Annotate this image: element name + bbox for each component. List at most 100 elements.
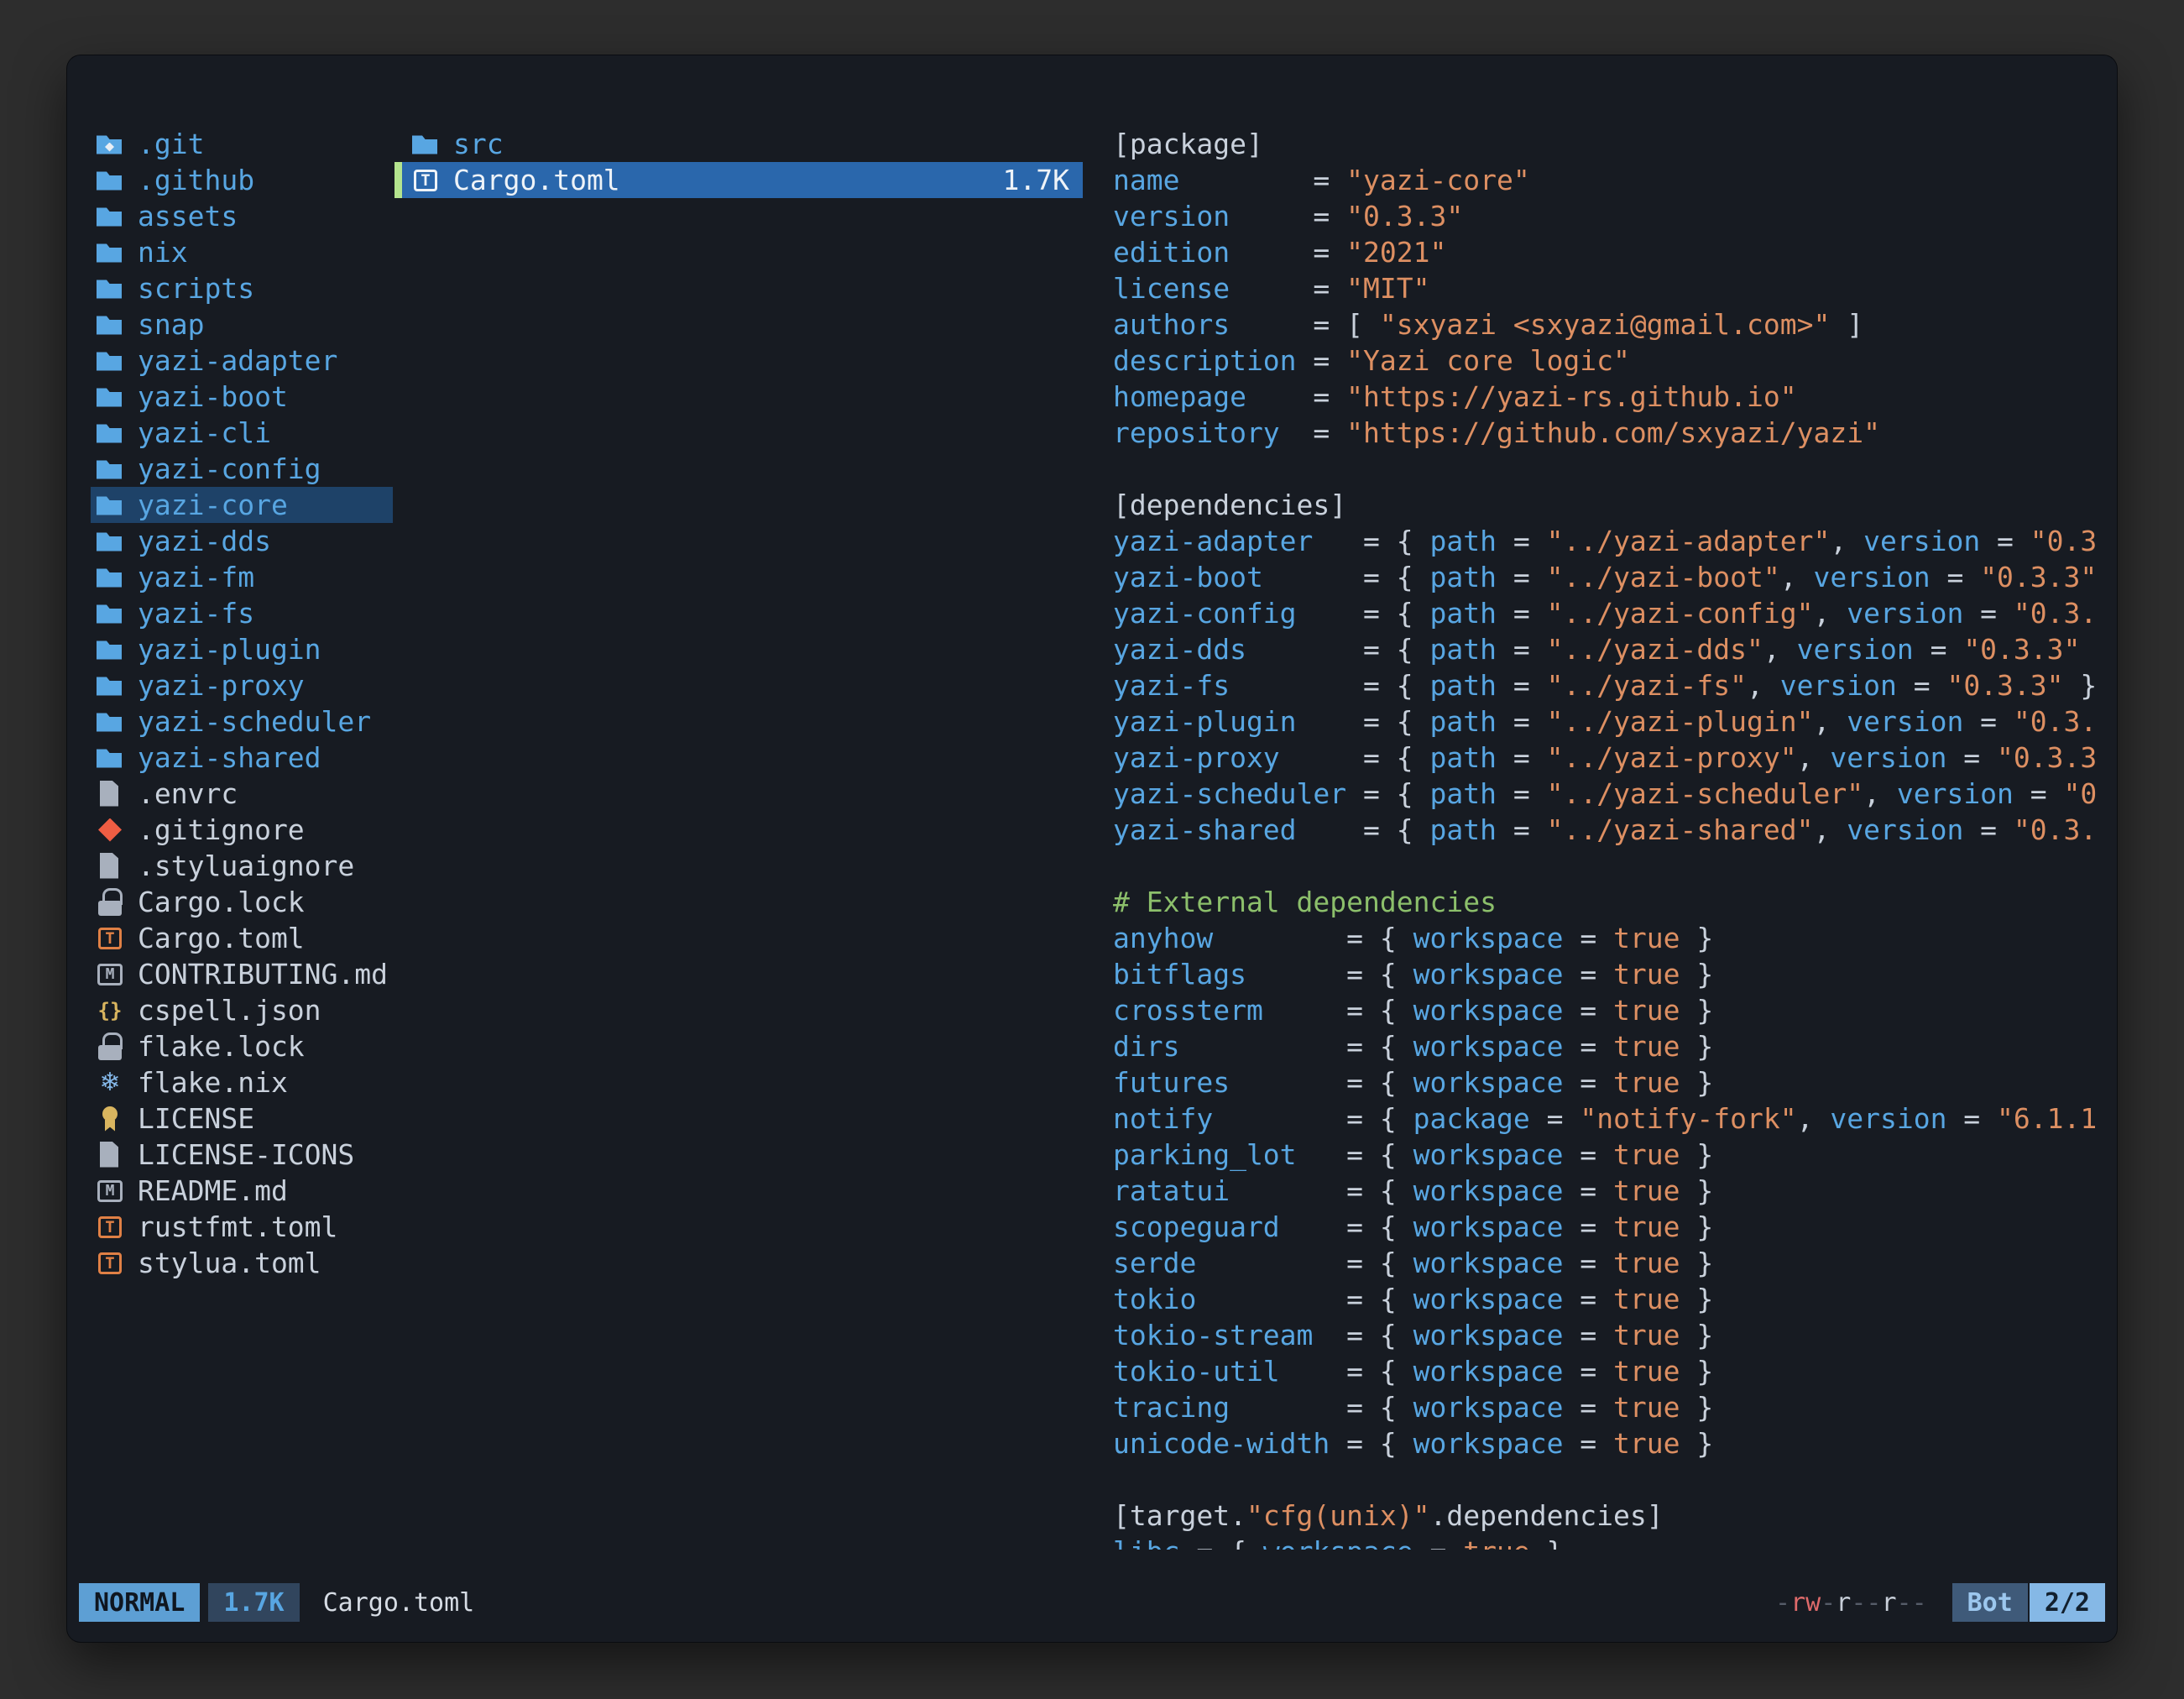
md-icon: M [96, 1174, 124, 1209]
file-name: yazi-cli [138, 416, 271, 449]
preview-line: [target."cfg(unix)".dependencies] [1113, 1498, 2097, 1534]
toml-icon: T [411, 163, 440, 198]
parent-item-assets[interactable]: assets [91, 198, 393, 234]
file-preview-pane: [package]name = "yazi-core"version = "0.… [1113, 126, 2097, 1550]
parent-item-yazi-fs[interactable]: yazi-fs [91, 595, 393, 631]
parent-item-yazi-dds[interactable]: yazi-dds [91, 523, 393, 559]
parent-item-.git[interactable]: .git [91, 126, 393, 162]
preview-line: yazi-plugin = { path = "../yazi-plugin",… [1113, 703, 2097, 740]
parent-item-yazi-adapter[interactable]: yazi-adapter [91, 342, 393, 379]
file-name: rustfmt.toml [138, 1210, 337, 1243]
preview-line [1113, 848, 2097, 884]
parent-item-yazi-config[interactable]: yazi-config [91, 451, 393, 487]
folder-icon [96, 596, 124, 631]
folder-icon [96, 740, 124, 776]
parent-item-.envrc[interactable]: .envrc [91, 776, 393, 812]
toml-icon: T [96, 1210, 124, 1245]
parent-item-.github[interactable]: .github [91, 162, 393, 198]
current-item-Cargo.toml[interactable]: T Cargo.toml 1.7K [394, 162, 1083, 198]
parent-item-LICENSE-ICONS[interactable]: LICENSE-ICONS [91, 1137, 393, 1173]
file-name: Cargo.toml [453, 164, 620, 196]
folder-icon [96, 416, 124, 451]
parent-item-Cargo.lock[interactable]: Cargo.lock [91, 884, 393, 920]
md-icon: M [96, 957, 124, 992]
parent-item-flake.lock[interactable]: flake.lock [91, 1028, 393, 1064]
mode-indicator: NORMAL [79, 1583, 200, 1622]
parent-item-README.md[interactable]: MREADME.md [91, 1173, 393, 1209]
preview-line: futures = { workspace = true } [1113, 1064, 2097, 1100]
parent-item-cspell.json[interactable]: {}cspell.json [91, 992, 393, 1028]
file-name: yazi-fs [138, 597, 254, 630]
parent-item-yazi-shared[interactable]: yazi-shared [91, 740, 393, 776]
preview-line: libc = { workspace = true } [1113, 1534, 2097, 1550]
parent-item-yazi-proxy[interactable]: yazi-proxy [91, 667, 393, 703]
file-size: 1.7K [1003, 164, 1083, 196]
preview-line: yazi-scheduler = { path = "../yazi-sched… [1113, 776, 2097, 812]
toml-icon: T [96, 1246, 124, 1281]
file-name: flake.nix [138, 1066, 288, 1099]
folder-icon [96, 560, 124, 595]
parent-item-yazi-scheduler[interactable]: yazi-scheduler [91, 703, 393, 740]
preview-line: dirs = { workspace = true } [1113, 1028, 2097, 1064]
parent-item-Cargo.toml[interactable]: T Cargo.toml [91, 920, 393, 956]
json-icon: {} [96, 993, 124, 1028]
preview-line: parking_lot = { workspace = true } [1113, 1137, 2097, 1173]
folder-icon [96, 379, 124, 415]
folder-icon [411, 127, 440, 162]
file-name: .styluaignore [138, 850, 354, 882]
file-permissions: -rw-r--r-- [1775, 1588, 1927, 1618]
scroll-position-indicator: Bot [1952, 1583, 2028, 1622]
file-name: Cargo.lock [138, 886, 305, 918]
parent-item-yazi-cli[interactable]: yazi-cli [91, 415, 393, 451]
file-name: yazi-boot [138, 380, 288, 413]
preview-line: license = "MIT" [1113, 270, 2097, 306]
file-name: yazi-dds [138, 525, 271, 557]
parent-item-yazi-core[interactable]: yazi-core [91, 487, 393, 523]
file-name: Cargo.toml [138, 922, 305, 954]
folder-icon [96, 668, 124, 703]
preview-line: notify = { package = "notify-fork", vers… [1113, 1100, 2097, 1137]
preview-line: scopeguard = { workspace = true } [1113, 1209, 2097, 1245]
parent-item-yazi-boot[interactable]: yazi-boot [91, 379, 393, 415]
parent-item-yazi-plugin[interactable]: yazi-plugin [91, 631, 393, 667]
parent-item-LICENSE[interactable]: LICENSE [91, 1100, 393, 1137]
status-bar-left: NORMAL 1.7K Cargo.toml [79, 1583, 474, 1622]
file-name: assets [138, 200, 238, 233]
file-name: .gitignore [138, 813, 305, 846]
preview-line: serde = { workspace = true } [1113, 1245, 2097, 1281]
parent-item-scripts[interactable]: scripts [91, 270, 393, 306]
parent-item-yazi-fm[interactable]: yazi-fm [91, 559, 393, 595]
folder-icon [96, 163, 124, 198]
file-name: LICENSE [138, 1102, 254, 1135]
parent-item-stylua.toml[interactable]: Tstylua.toml [91, 1245, 393, 1281]
file-icon [96, 849, 124, 884]
file-name: .git [138, 128, 204, 160]
preview-line: version = "0.3.3" [1113, 198, 2097, 234]
preview-line: [package] [1113, 126, 2097, 162]
parent-item-CONTRIBUTING.md[interactable]: MCONTRIBUTING.md [91, 956, 393, 992]
parent-item-.styluaignore[interactable]: .styluaignore [91, 848, 393, 884]
parent-directory-pane: .git.githubassetsnixscriptssnapyazi-adap… [91, 126, 393, 1550]
file-name: yazi-shared [138, 741, 321, 774]
file-name: stylua.toml [138, 1247, 321, 1279]
file-name: yazi-core [138, 489, 288, 521]
preview-line: yazi-adapter = { path = "../yazi-adapter… [1113, 523, 2097, 559]
preview-line: edition = "2021" [1113, 234, 2097, 270]
parent-item-rustfmt.toml[interactable]: Trustfmt.toml [91, 1209, 393, 1245]
current-item-src[interactable]: src [394, 126, 1083, 162]
parent-item-.gitignore[interactable]: .gitignore [91, 812, 393, 848]
folder-icon [96, 632, 124, 667]
parent-item-nix[interactable]: nix [91, 234, 393, 270]
parent-item-snap[interactable]: snap [91, 306, 393, 342]
preview-line: tokio-util = { workspace = true } [1113, 1353, 2097, 1389]
file-name: src [453, 128, 504, 160]
folder-icon [96, 704, 124, 740]
file-icon [96, 776, 124, 812]
toml-icon: T [96, 921, 124, 956]
parent-item-flake.nix[interactable]: ❄flake.nix [91, 1064, 393, 1100]
preview-line [1113, 1461, 2097, 1498]
status-filename: Cargo.toml [323, 1588, 475, 1618]
preview-line: yazi-shared = { path = "../yazi-shared",… [1113, 812, 2097, 848]
file-name: yazi-scheduler [138, 705, 371, 738]
preview-line: yazi-proxy = { path = "../yazi-proxy", v… [1113, 740, 2097, 776]
